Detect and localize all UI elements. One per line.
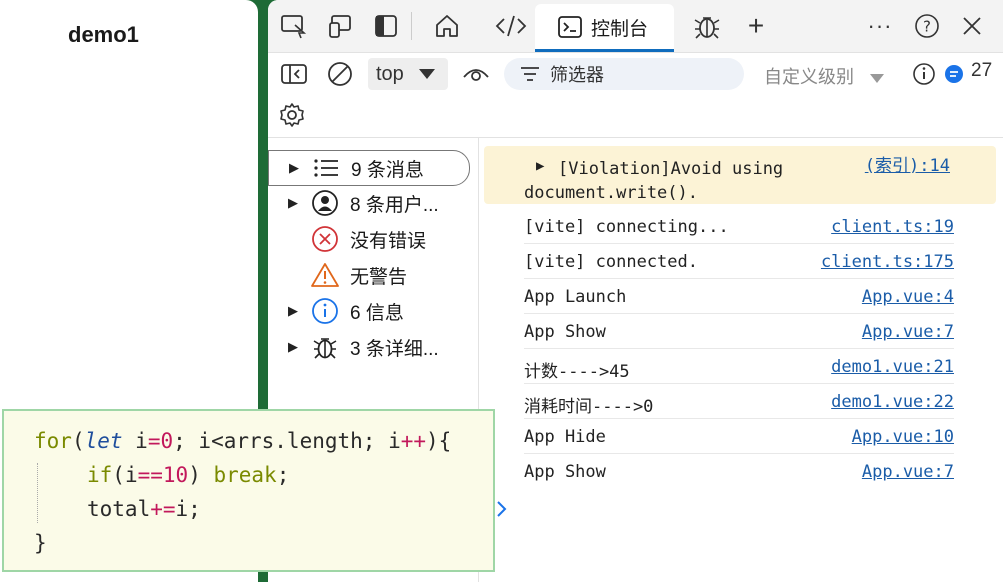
- code-line-1: for(let i=0; i<arrs.length; i++){: [34, 429, 452, 453]
- log-source-link[interactable]: App.vue:7: [862, 322, 954, 342]
- code-line-4: }: [34, 531, 47, 555]
- log-source-link[interactable]: App.vue:10: [852, 427, 954, 447]
- expand-triangle-icon[interactable]: ▶: [289, 160, 299, 176]
- chevron-down-icon: [418, 68, 436, 80]
- sidebar-item-label: 没有错误: [350, 230, 427, 252]
- sidebar-item-messages[interactable]: ▶ 9 条消息: [268, 150, 470, 186]
- tab-console[interactable]: 控制台: [535, 4, 674, 52]
- dock-side-icon[interactable]: [370, 10, 402, 42]
- chevron-down-icon: [869, 68, 885, 89]
- log-row: [vite] connected. client.ts:175: [484, 244, 996, 279]
- log-source-link[interactable]: client.ts:19: [831, 217, 954, 237]
- log-message: [vite] connecting...: [524, 217, 729, 237]
- info-icon[interactable]: [908, 58, 940, 90]
- log-row: App Launch App.vue:4: [484, 279, 996, 314]
- filter-icon: [520, 66, 540, 82]
- sidebar-item-label: 3 条详细...: [350, 338, 439, 360]
- welcome-home-icon[interactable]: [431, 10, 463, 42]
- log-row: App Show App.vue:7: [484, 454, 996, 489]
- issues-count[interactable]: 27: [971, 60, 992, 82]
- help-icon[interactable]: ?: [911, 10, 943, 42]
- context-selector[interactable]: top: [368, 58, 448, 90]
- console-prompt-chevron-icon[interactable]: [496, 500, 508, 523]
- devtools-tabbar: 控制台 + ··· ?: [268, 0, 1003, 53]
- list-icon: [311, 153, 341, 183]
- info-icon: [310, 296, 340, 326]
- code-line-2: if(i==10) break;: [87, 463, 290, 487]
- elements-tab-icon[interactable]: [495, 10, 527, 42]
- log-message: 计数---->45: [524, 362, 630, 382]
- expand-triangle-icon[interactable]: ▶: [536, 158, 544, 174]
- sidebar-item-label: 8 条用户...: [350, 194, 439, 216]
- expand-triangle-icon[interactable]: ▶: [288, 195, 298, 211]
- log-row: [vite] connecting... client.ts:19: [484, 209, 996, 244]
- log-message: App Show: [524, 322, 606, 342]
- log-row-violation[interactable]: ▶ [Violation]Avoid using document.write(…: [484, 146, 996, 204]
- log-levels-label: 自定义级别: [764, 67, 854, 87]
- user-avatar-icon: [310, 188, 340, 218]
- log-message: 消耗时间---->0: [524, 397, 654, 417]
- sidebar-item-label: 9 条消息: [351, 159, 424, 181]
- console-icon: [557, 15, 583, 39]
- warning-icon: [310, 260, 340, 290]
- log-source-link[interactable]: client.ts:175: [821, 252, 954, 272]
- log-message: App Launch: [524, 287, 627, 307]
- log-row: 消耗时间---->0 demo1.vue:22: [484, 384, 996, 419]
- live-expression-eye-icon[interactable]: [460, 58, 492, 90]
- log-row: App Show App.vue:7: [484, 314, 996, 349]
- sidebar-item-label: 无警告: [350, 266, 408, 288]
- log-source-link[interactable]: demo1.vue:21: [831, 357, 954, 377]
- sidebar-item-errors[interactable]: 没有错误: [268, 222, 468, 256]
- toggle-sidebar-icon[interactable]: [278, 58, 310, 90]
- indent-guide: [37, 463, 38, 523]
- sidebar-item-user-messages[interactable]: ▶ 8 条用户...: [268, 186, 468, 220]
- log-row: App Hide App.vue:10: [484, 419, 996, 454]
- log-message-cont: document.write().: [524, 183, 698, 203]
- sources-bug-icon[interactable]: [691, 10, 723, 42]
- svg-text:?: ?: [923, 18, 931, 36]
- log-source-link[interactable]: App.vue:7: [862, 462, 954, 482]
- log-source-link[interactable]: demo1.vue:22: [831, 392, 954, 412]
- close-icon[interactable]: [956, 10, 988, 42]
- sidebar-item-info[interactable]: ▶ 6 信息: [268, 294, 468, 328]
- code-snippet-overlay: for(let i=0; i<arrs.length; i++){ if(i==…: [2, 409, 495, 572]
- filter-placeholder: 筛选器: [550, 65, 604, 85]
- log-row: 计数---->45 demo1.vue:21: [484, 349, 996, 384]
- expand-triangle-icon[interactable]: ▶: [288, 339, 298, 355]
- log-source-link[interactable]: (索引):14: [865, 151, 950, 176]
- device-emulation-icon[interactable]: [326, 10, 358, 42]
- log-message: [vite] connected.: [524, 252, 698, 272]
- expand-triangle-icon[interactable]: ▶: [288, 303, 298, 319]
- context-selector-value: top: [376, 62, 404, 85]
- log-message: App Show: [524, 462, 606, 482]
- clear-console-icon[interactable]: [324, 58, 356, 90]
- console-toolbar: top 筛选器 自定义级别 27: [268, 53, 1003, 138]
- log-levels-dropdown[interactable]: 自定义级别: [764, 63, 885, 89]
- sidebar-item-warnings[interactable]: 无警告: [268, 258, 468, 292]
- settings-gear-icon[interactable]: [276, 99, 308, 131]
- bug-icon: [310, 332, 340, 362]
- tabbar-divider: [411, 12, 412, 40]
- log-message: [Violation]Avoid using: [558, 159, 784, 179]
- add-tab-icon[interactable]: +: [740, 10, 772, 42]
- log-message: App Hide: [524, 427, 606, 447]
- page-title: demo1: [68, 22, 139, 47]
- error-icon: [310, 224, 340, 254]
- more-options-icon[interactable]: ···: [864, 10, 896, 42]
- issues-icon[interactable]: [938, 58, 970, 90]
- filter-input[interactable]: 筛选器: [504, 58, 744, 90]
- code-line-3: total+=i;: [87, 497, 201, 521]
- tab-console-label: 控制台: [591, 18, 649, 40]
- sidebar-item-verbose[interactable]: ▶ 3 条详细...: [268, 330, 468, 364]
- active-tab-indicator: [535, 49, 674, 52]
- inspect-icon[interactable]: [278, 10, 310, 42]
- log-source-link[interactable]: App.vue:4: [862, 287, 954, 307]
- sidebar-item-label: 6 信息: [350, 302, 404, 324]
